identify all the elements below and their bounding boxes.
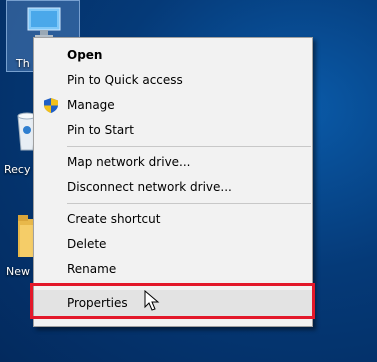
menu-separator bbox=[67, 146, 311, 147]
menu-item-label: Pin to Start bbox=[67, 123, 134, 137]
annotation-highlight-box bbox=[30, 283, 315, 319]
menu-item-label: Pin to Quick access bbox=[67, 73, 183, 87]
menu-item-label: Delete bbox=[67, 237, 107, 251]
menu-separator bbox=[67, 203, 311, 204]
menu-item-open[interactable]: Open bbox=[34, 44, 312, 66]
menu-item-disconnect-network-drive[interactable]: Disconnect network drive... bbox=[34, 176, 312, 198]
menu-item-label: Disconnect network drive... bbox=[67, 180, 232, 194]
menu-item-label: Manage bbox=[67, 98, 115, 112]
desktop-icon-label: Th bbox=[16, 57, 30, 70]
menu-item-delete[interactable]: Delete bbox=[34, 233, 312, 255]
menu-item-pin-to-quick-access[interactable]: Pin to Quick access bbox=[34, 69, 312, 91]
menu-item-create-shortcut[interactable]: Create shortcut bbox=[34, 208, 312, 230]
mouse-cursor-icon bbox=[144, 290, 160, 311]
this-pc-icon bbox=[27, 7, 61, 38]
menu-item-manage[interactable]: Manage bbox=[34, 94, 312, 116]
desktop-icon-label: Recy bbox=[4, 163, 31, 176]
menu-item-label: Open bbox=[67, 48, 103, 62]
menu-item-rename[interactable]: Rename bbox=[34, 258, 312, 280]
uac-shield-icon bbox=[44, 98, 58, 113]
menu-item-pin-to-start[interactable]: Pin to Start bbox=[34, 119, 312, 141]
menu-item-label: Rename bbox=[67, 262, 117, 276]
menu-item-label: Create shortcut bbox=[67, 212, 161, 226]
menu-item-map-network-drive[interactable]: Map network drive... bbox=[34, 151, 312, 173]
menu-item-label: Map network drive... bbox=[67, 155, 191, 169]
desktop-icon-label: New bbox=[6, 265, 30, 278]
